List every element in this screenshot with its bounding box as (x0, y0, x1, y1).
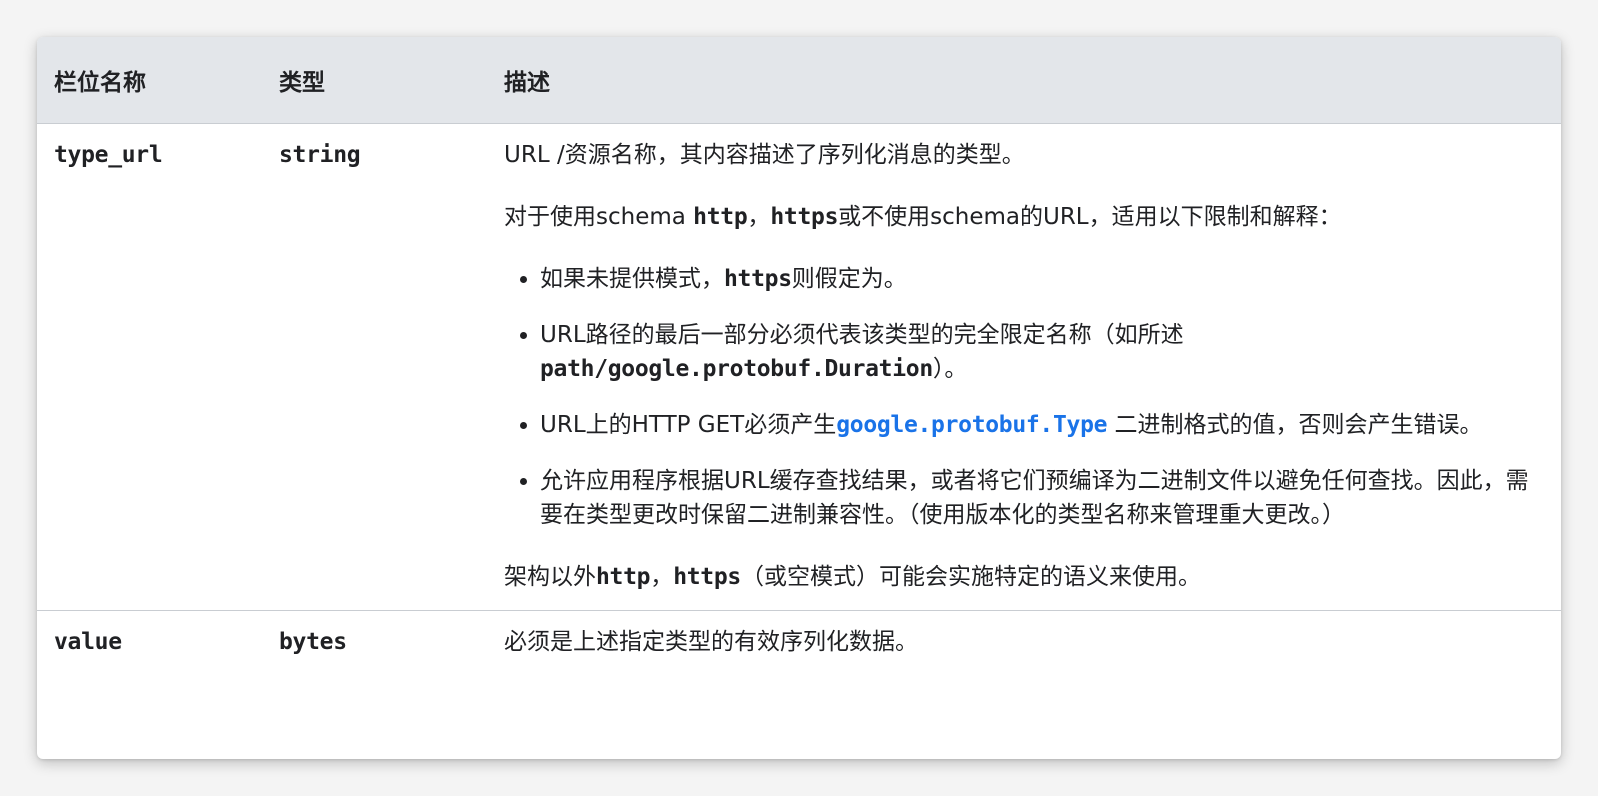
text-fragment: ）。 (932, 356, 968, 382)
field-table-card: 栏位名称 类型 描述 type_url string URL /资源名称，其内容… (37, 37, 1561, 759)
restriction-list: 如果未提供模式，https则假定为。 URL路径的最后一部分必须代表该类型的完全… (504, 262, 1531, 532)
text-fragment: 架构以外 (504, 564, 596, 590)
text-fragment: URL上的HTTP GET必须产生 (540, 412, 837, 438)
code-https: https (770, 204, 839, 230)
header-field-name: 栏位名称 (37, 37, 262, 124)
field-name: type_url (54, 142, 163, 168)
field-type: string (279, 142, 361, 168)
list-item: 如果未提供模式，https则假定为。 (540, 262, 1531, 296)
list-item: URL路径的最后一部分必须代表该类型的完全限定名称（如所述 path/google… (540, 318, 1531, 386)
text-fragment: （或空模式）可能会实施特定的语义来使用。 (740, 564, 1201, 590)
code-https: https (673, 564, 741, 590)
description-cell: 必须是上述指定类型的有效序列化数据。 (504, 629, 918, 655)
list-item: 允许应用程序根据URL缓存查找结果，或者将它们预编译为二进制文件以避免任何查找。… (540, 464, 1531, 532)
description-cell: URL /资源名称，其内容描述了序列化消息的类型。 对于使用schema htt… (487, 124, 1561, 611)
text-fragment: 如果未提供模式， (540, 266, 724, 292)
text-fragment: ， (650, 564, 674, 590)
text-fragment: 对于使用schema (504, 204, 694, 230)
type-cell: string (262, 124, 487, 611)
list-item: URL上的HTTP GET必须产生google.protobuf.Type 二进… (540, 408, 1531, 442)
field-table: 栏位名称 类型 描述 type_url string URL /资源名称，其内容… (37, 37, 1561, 673)
field-cell: type_url (37, 124, 262, 611)
description-schema-note: 对于使用schema http，https或不使用schema的URL，适用以下… (504, 200, 1531, 234)
code-http: http (693, 204, 748, 230)
text-fragment: 允许应用程序根据URL缓存查找结果，或者将它们预编译为二进制文件以避免任何查找。… (540, 468, 1529, 528)
description-outro: 架构以外http，https（或空模式）可能会实施特定的语义来使用。 (504, 560, 1531, 594)
text-fragment: ， (747, 204, 771, 230)
code-https: https (724, 266, 792, 292)
field-name: value (54, 629, 122, 655)
protobuf-type-link[interactable]: google.protobuf.Type (836, 412, 1107, 438)
table-row: value bytes 必须是上述指定类型的有效序列化数据。 (37, 611, 1561, 674)
table-row: type_url string URL /资源名称，其内容描述了序列化消息的类型… (37, 124, 1561, 611)
text-fragment: URL路径的最后一部分必须代表该类型的完全限定名称（如所述 (540, 322, 1184, 348)
table-header: 栏位名称 类型 描述 (37, 37, 1561, 124)
field-type: bytes (279, 629, 347, 655)
field-cell: value (37, 611, 262, 674)
code-http: http (596, 564, 651, 590)
header-description: 描述 (487, 37, 1561, 124)
text-fragment: 或不使用schema的URL，适用以下限制和解释： (838, 204, 1342, 230)
code-path: path/google.protobuf.Duration (540, 356, 933, 382)
text-fragment: 二进制格式的值，否则会产生错误。 (1107, 412, 1483, 438)
type-cell: bytes (262, 611, 487, 674)
text-fragment: 则假定为。 (791, 266, 907, 292)
header-type: 类型 (262, 37, 487, 124)
description-intro: URL /资源名称，其内容描述了序列化消息的类型。 (504, 142, 1025, 168)
